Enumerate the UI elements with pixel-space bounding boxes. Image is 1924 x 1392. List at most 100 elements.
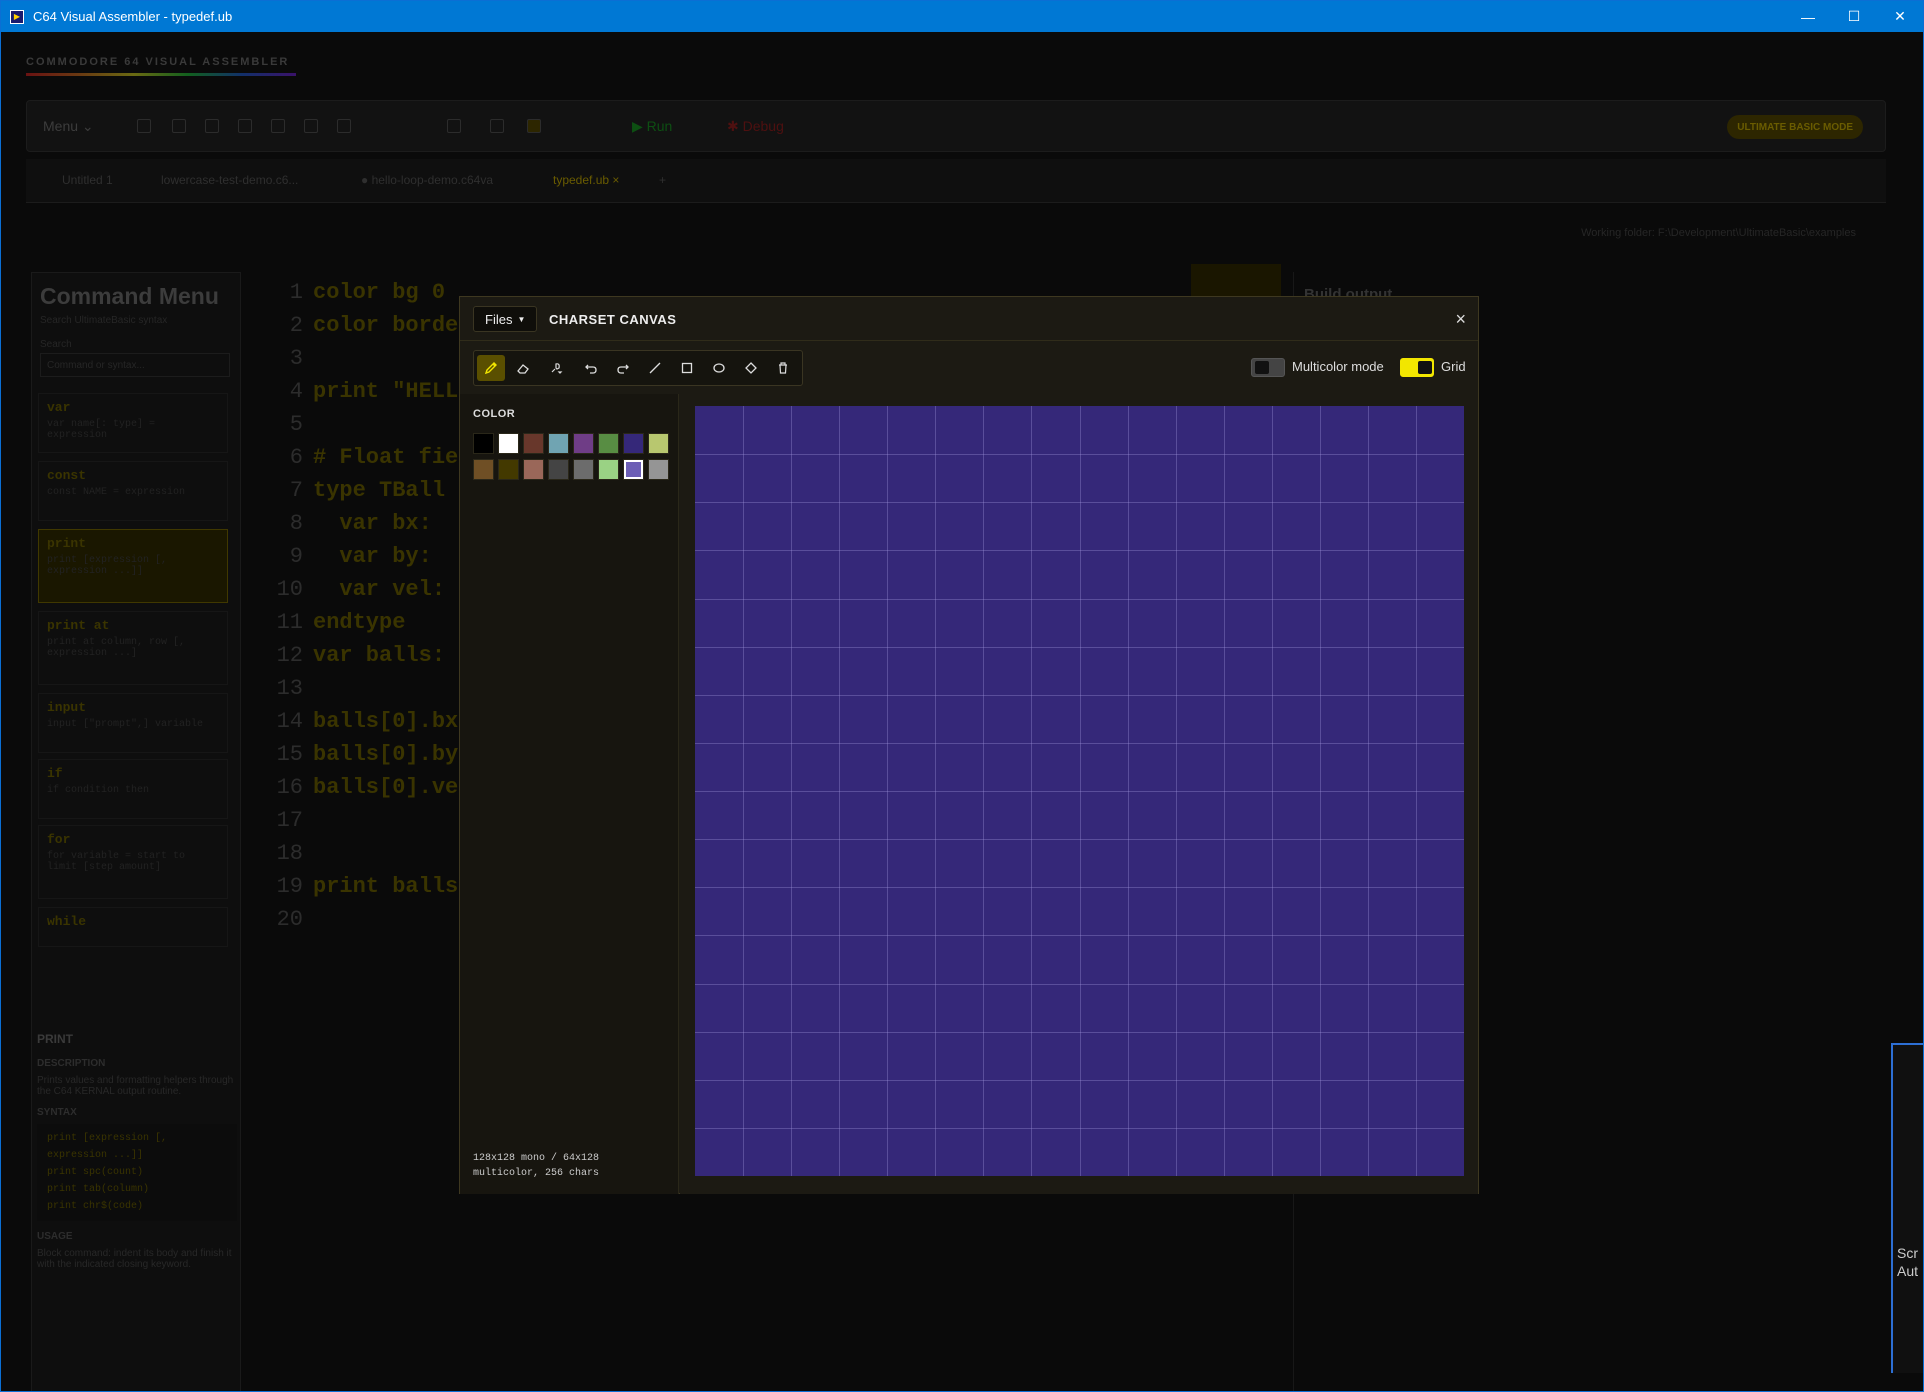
code-line: var bx: bbox=[313, 511, 432, 536]
clear-canvas-button[interactable] bbox=[769, 355, 797, 381]
fill-icon bbox=[745, 362, 757, 374]
color-swatch[interactable] bbox=[648, 433, 669, 454]
syntax-line: print spc(count) bbox=[47, 1167, 144, 1178]
command-desc: for variable = start to limit [step amou… bbox=[47, 851, 186, 873]
close-window-button[interactable]: ✕ bbox=[1877, 1, 1923, 32]
line-number: 3 bbox=[289, 346, 303, 371]
code-line: type TBall bbox=[313, 478, 446, 503]
line-number: 7 bbox=[289, 478, 303, 503]
color-swatch[interactable] bbox=[498, 433, 519, 454]
tab-lowercase-test[interactable]: lowercase-test-demo.c6... bbox=[161, 173, 298, 187]
color-swatch[interactable] bbox=[598, 433, 619, 454]
files-dropdown[interactable]: Files ▼ bbox=[473, 306, 538, 332]
color-swatch[interactable] bbox=[498, 459, 519, 480]
command-item-if[interactable]: if if condition then bbox=[38, 759, 228, 819]
toolbar-icon[interactable] bbox=[172, 119, 186, 133]
minimize-button[interactable]: — bbox=[1785, 1, 1831, 32]
toolbar-icon[interactable] bbox=[527, 119, 541, 133]
syntax-line: print [expression [, bbox=[47, 1133, 168, 1144]
color-swatch[interactable] bbox=[573, 433, 594, 454]
redo-button[interactable] bbox=[609, 355, 637, 381]
debug-button[interactable]: ✱ Debug bbox=[727, 118, 784, 135]
dialog-title: CHARSET CANVAS bbox=[549, 312, 677, 327]
command-name: while bbox=[47, 914, 87, 929]
pencil-tool-button[interactable] bbox=[477, 355, 505, 381]
line-number: 16 bbox=[276, 775, 303, 800]
charset-drawing-canvas[interactable] bbox=[695, 406, 1464, 1176]
toolbar-icon[interactable] bbox=[304, 119, 318, 133]
line-number: 12 bbox=[276, 643, 303, 668]
color-swatch[interactable] bbox=[548, 433, 569, 454]
command-item-print-at[interactable]: print at print at column, row [, expressi… bbox=[38, 611, 228, 685]
command-name: for bbox=[47, 832, 71, 847]
taskbar-thumbnail[interactable]: Scr Aut bbox=[1891, 1043, 1923, 1373]
color-swatch[interactable] bbox=[648, 459, 669, 480]
brush-size-dropdown[interactable] bbox=[541, 355, 573, 381]
tab-typedef[interactable]: typedef.ub × bbox=[553, 173, 619, 187]
ellipse-tool-button[interactable] bbox=[705, 355, 733, 381]
color-swatch[interactable] bbox=[548, 459, 569, 480]
multicolor-toggle[interactable] bbox=[1251, 358, 1285, 377]
toolbar-icon[interactable] bbox=[271, 119, 285, 133]
command-name: if bbox=[47, 766, 63, 781]
file-tabs: Untitled 1 lowercase-test-demo.c6... ● h… bbox=[26, 159, 1886, 203]
color-swatch[interactable] bbox=[623, 459, 644, 480]
app-icon: ▶ bbox=[10, 9, 24, 24]
canvas-info-line: multicolor, 256 chars bbox=[473, 1168, 600, 1179]
command-desc: const NAME = expression bbox=[47, 487, 186, 498]
grid-toggle[interactable] bbox=[1400, 358, 1434, 377]
eraser-tool-button[interactable] bbox=[509, 355, 537, 381]
undo-button[interactable] bbox=[577, 355, 605, 381]
new-tab-button[interactable]: + bbox=[659, 173, 666, 187]
help-usage-label: USAGE bbox=[37, 1231, 73, 1242]
color-sidebar: COLOR 128x128 mono / 64x128 multicolor, … bbox=[460, 394, 679, 1194]
command-help: PRINT DESCRIPTION Prints values and form… bbox=[37, 1032, 237, 1270]
charset-canvas-dialog: Files ▼ CHARSET CANVAS × Multicolor mode… bbox=[459, 296, 1479, 1194]
color-swatch[interactable] bbox=[573, 459, 594, 480]
command-item-var[interactable]: var var name[: type] = expression bbox=[38, 393, 228, 453]
color-swatch[interactable] bbox=[598, 459, 619, 480]
title-bar: ▶ C64 Visual Assembler - typedef.ub — ☐ … bbox=[1, 1, 1923, 32]
toolbar-icon[interactable] bbox=[337, 119, 351, 133]
code-line: balls[0].by bbox=[313, 742, 459, 767]
brush-dropdown-icon bbox=[551, 363, 563, 374]
toolbar-icon[interactable] bbox=[137, 119, 151, 133]
command-item-while[interactable]: while bbox=[38, 907, 228, 947]
command-item-for[interactable]: for for variable = start to limit [step a… bbox=[38, 825, 228, 899]
fill-tool-button[interactable] bbox=[737, 355, 765, 381]
command-name: const bbox=[47, 468, 87, 483]
line-number: 2 bbox=[289, 313, 303, 338]
command-desc: print [expression [, expression ...]] bbox=[47, 555, 168, 577]
line-number: 18 bbox=[276, 841, 303, 866]
app-window: ▶ C64 Visual Assembler - typedef.ub — ☐ … bbox=[0, 0, 1924, 1392]
help-title: PRINT bbox=[37, 1032, 73, 1046]
tab-untitled[interactable]: Untitled 1 bbox=[62, 173, 113, 187]
tab-hello-loop[interactable]: ● hello-loop-demo.c64va bbox=[361, 173, 493, 187]
command-item-const[interactable]: const const NAME = expression bbox=[38, 461, 228, 521]
caret-down-icon: ▼ bbox=[517, 314, 526, 324]
maximize-button[interactable]: ☐ bbox=[1831, 1, 1877, 32]
menu-button[interactable]: Menu ⌄ bbox=[43, 118, 94, 135]
line-tool-button[interactable] bbox=[641, 355, 669, 381]
code-line: endtype bbox=[313, 610, 406, 635]
color-label: COLOR bbox=[473, 408, 516, 420]
command-item-print[interactable]: print print [expression [, expression ...… bbox=[38, 529, 228, 603]
command-search-input[interactable]: Command or syntax... bbox=[40, 353, 230, 377]
toolbar-icon[interactable] bbox=[238, 119, 252, 133]
close-dialog-button[interactable]: × bbox=[1455, 309, 1466, 330]
color-swatch[interactable] bbox=[623, 433, 644, 454]
color-swatch[interactable] bbox=[523, 459, 544, 480]
color-swatch[interactable] bbox=[473, 433, 494, 454]
color-swatch[interactable] bbox=[473, 459, 494, 480]
window-title: C64 Visual Assembler - typedef.ub bbox=[33, 9, 233, 24]
color-swatch[interactable] bbox=[523, 433, 544, 454]
eraser-icon bbox=[517, 364, 529, 374]
grid-label: Grid bbox=[1441, 359, 1466, 374]
toolbar-icon[interactable] bbox=[205, 119, 219, 133]
rectangle-tool-button[interactable] bbox=[673, 355, 701, 381]
toolbar-icon[interactable] bbox=[447, 119, 461, 133]
command-item-input[interactable]: input input ["prompt",] variable bbox=[38, 693, 228, 753]
toolbar-icon[interactable] bbox=[490, 119, 504, 133]
mode-badge[interactable]: ULTIMATE BASIC MODE bbox=[1727, 115, 1863, 139]
run-button[interactable]: ▶ Run bbox=[632, 118, 672, 135]
